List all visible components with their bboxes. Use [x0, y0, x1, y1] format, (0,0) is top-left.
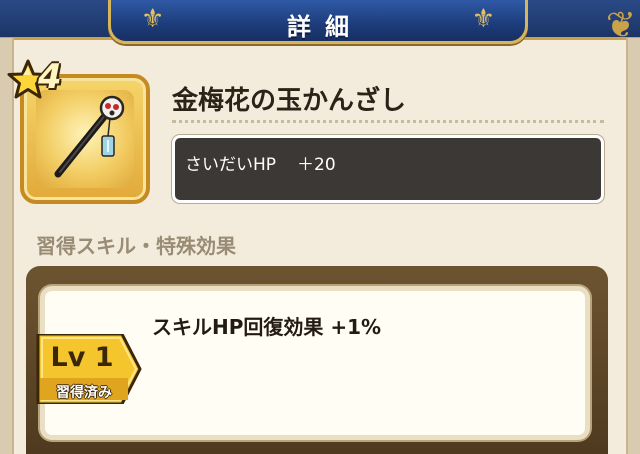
section-heading: 習得スキル・特殊効果: [36, 234, 236, 258]
stat-label: さいだいHP: [185, 155, 277, 175]
stat-box: さいだいHP ＋20: [172, 135, 604, 203]
level-badge: Lv 1 習得済み: [36, 334, 144, 404]
corner-ornament-icon: ❦: [605, 5, 636, 46]
right-frame-border: [626, 38, 640, 454]
fleur-de-lis-icon: ⚜: [471, 4, 495, 34]
header-plate: ⚜ 詳細 ⚜: [108, 0, 528, 44]
rarity-value: 4: [38, 57, 62, 97]
rarity-badge: 4: [6, 58, 76, 108]
stat-value: ＋20: [297, 155, 336, 175]
learned-status: 習得済み: [56, 385, 112, 401]
item-name: 金梅花の玉かんざし: [172, 86, 407, 116]
page-title: 詳細: [287, 13, 363, 41]
level-label: Lv 1: [50, 342, 114, 373]
name-divider: [172, 120, 604, 123]
skill-description: スキルHP回復効果 +1%: [152, 315, 382, 339]
